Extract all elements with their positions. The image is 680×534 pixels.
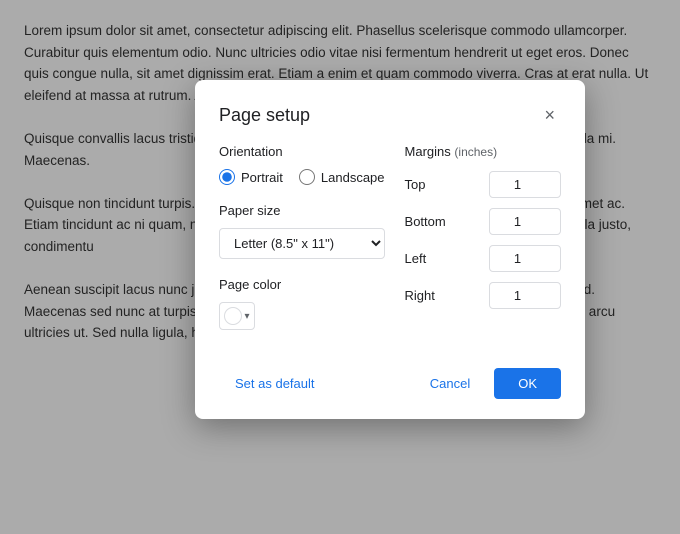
orientation-label: Orientation [219, 144, 385, 159]
portrait-option[interactable]: Portrait [219, 169, 283, 185]
right-column: Margins (inches) Top Bottom Left Right [405, 144, 561, 348]
margins-unit: (inches) [454, 145, 497, 159]
page-color-section: Page color ▾ [219, 277, 385, 330]
portrait-radio[interactable] [219, 169, 235, 185]
dialog-footer: Set as default Cancel OK [219, 368, 561, 399]
right-margin-row: Right [405, 282, 561, 309]
margins-title: Margins (inches) [405, 144, 561, 159]
top-margin-label: Top [405, 177, 450, 192]
landscape-label: Landscape [321, 170, 385, 185]
color-swatch-button[interactable]: ▾ [219, 302, 255, 330]
close-button[interactable]: × [538, 104, 561, 126]
left-margin-row: Left [405, 245, 561, 272]
bottom-margin-label: Bottom [405, 214, 450, 229]
dialog-title: Page setup [219, 105, 310, 126]
left-margin-input[interactable] [489, 245, 561, 272]
right-margin-label: Right [405, 288, 450, 303]
top-margin-row: Top [405, 171, 561, 198]
footer-left: Set as default [219, 368, 406, 399]
ok-button[interactable]: OK [494, 368, 561, 399]
portrait-label: Portrait [241, 170, 283, 185]
dialog-body: Orientation Portrait Landscape Paper siz… [219, 144, 561, 348]
color-picker-row: ▾ [219, 302, 385, 330]
left-column: Orientation Portrait Landscape Paper siz… [219, 144, 385, 348]
cancel-button[interactable]: Cancel [414, 368, 486, 399]
orientation-options: Portrait Landscape [219, 169, 385, 185]
paper-size-section: Paper size Letter (8.5" x 11") A4 (8.27"… [219, 203, 385, 259]
margins-label: Margins [405, 144, 451, 159]
color-circle [224, 307, 242, 325]
paper-size-label: Paper size [219, 203, 385, 218]
right-margin-input[interactable] [489, 282, 561, 309]
landscape-radio[interactable] [299, 169, 315, 185]
dialog-header: Page setup × [219, 104, 561, 126]
page-setup-dialog: Page setup × Orientation Portrait Landsc… [195, 80, 585, 419]
orientation-section: Orientation Portrait Landscape [219, 144, 385, 185]
page-color-label: Page color [219, 277, 385, 292]
landscape-option[interactable]: Landscape [299, 169, 385, 185]
set-default-button[interactable]: Set as default [219, 368, 331, 399]
color-dropdown-arrow: ▾ [244, 311, 249, 322]
paper-size-select[interactable]: Letter (8.5" x 11") A4 (8.27" x 11.69") … [219, 228, 385, 259]
bottom-margin-row: Bottom [405, 208, 561, 235]
top-margin-input[interactable] [489, 171, 561, 198]
bottom-margin-input[interactable] [489, 208, 561, 235]
left-margin-label: Left [405, 251, 450, 266]
